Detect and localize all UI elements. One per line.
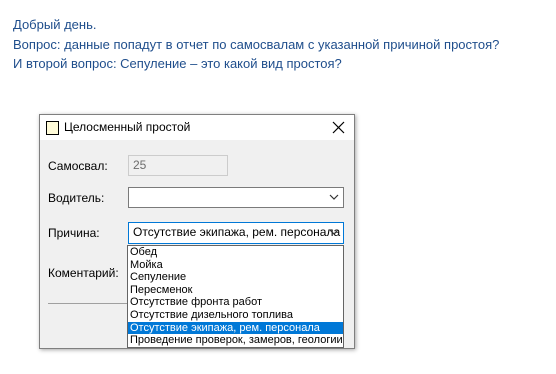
close-button[interactable] (324, 115, 354, 140)
driver-combo[interactable] (128, 187, 344, 208)
chevron-down-icon[interactable] (329, 228, 339, 237)
message-line-2: Вопрос: данные попадут в отчет по самосв… (13, 36, 500, 52)
comment-label: Коментарий: (48, 266, 119, 280)
reason-dropdown-list[interactable]: Обед Мойка Сепуление Пересменок Отсутств… (127, 245, 344, 348)
dropdown-item[interactable]: Мойка (128, 259, 343, 272)
dropdown-item[interactable]: Отсутствие фронта работ (128, 296, 343, 309)
separator-line (48, 303, 138, 304)
dialog-titlebar[interactable]: Целосменный простой (40, 115, 354, 140)
message-line-1: Добрый день. (13, 17, 97, 32)
dump-truck-label: Самосвал: (48, 159, 108, 173)
dropdown-item[interactable]: Сепуление (128, 271, 343, 284)
dialog-title: Целосменный простой (64, 120, 191, 134)
dropdown-item[interactable]: Пересменок (128, 284, 343, 297)
chevron-down-icon (329, 194, 339, 200)
close-icon (332, 121, 345, 134)
dump-truck-value: 25 (133, 158, 147, 172)
idle-dialog: Целосменный простой Самосвал: 25 Водител… (39, 114, 355, 349)
message-line-3: И второй вопрос: Сепуление – это какой в… (13, 56, 342, 71)
dropdown-item-selected[interactable]: Отсутствие экипажа, рем. персонала (128, 321, 343, 335)
reason-label: Причина: (48, 226, 100, 240)
reason-combo[interactable]: Отсутствие экипажа, рем. персонала (128, 222, 344, 244)
dump-truck-field: 25 (128, 155, 228, 176)
message-text: Добрый день. Вопрос: данные попадут в от… (13, 15, 499, 74)
dropdown-item[interactable]: Обед (128, 246, 343, 259)
reason-value: Отсутствие экипажа, рем. персонала (133, 225, 341, 239)
dropdown-item[interactable]: Отсутствие дизельного топлива (128, 309, 343, 322)
driver-label: Водитель: (48, 191, 105, 205)
window-app-icon (46, 121, 59, 135)
dropdown-item[interactable]: Проведение проверок, замеров, геологии (128, 334, 343, 347)
